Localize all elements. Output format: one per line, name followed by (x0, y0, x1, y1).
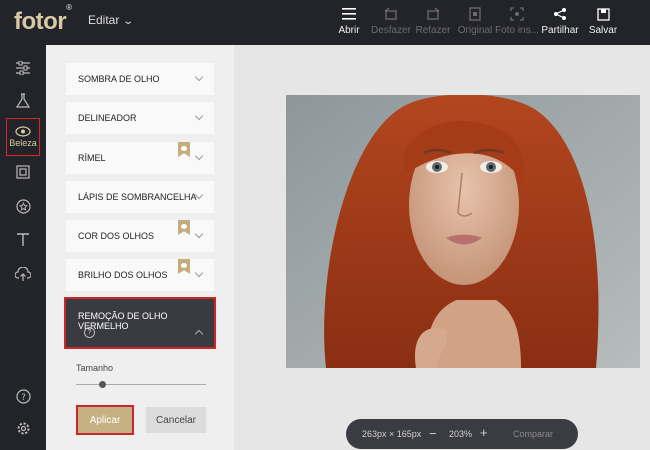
option-label: LÁPIS DE SOMBRANCELHA (78, 192, 197, 202)
share-icon (537, 6, 583, 22)
chevron-down-icon: ⌄ (122, 16, 135, 27)
help-icon: ? (15, 388, 31, 404)
chevron-down-icon (194, 72, 204, 82)
beauty-panel: SOMBRA DE OLHO DELINEADOR RÍMEL LÁPIS DE… (46, 45, 234, 450)
upload-icon (15, 267, 31, 281)
zoom-out-button[interactable]: − (429, 426, 437, 441)
menu-icon (326, 6, 372, 22)
effects-icon (16, 92, 30, 108)
rail-settings[interactable] (6, 413, 40, 443)
settings-icon (17, 422, 29, 434)
option-eye-color[interactable]: COR DOS OLHOS (66, 220, 214, 252)
redo-icon (410, 6, 456, 22)
share-button[interactable]: Partilhar (537, 6, 583, 36)
option-eyebrow-pencil[interactable]: LÁPIS DE SOMBRANCELHA (66, 181, 214, 213)
rail-help[interactable]: ? (6, 381, 40, 411)
edit-menu-label: Editar (88, 13, 120, 27)
adjust-icon (16, 61, 30, 75)
save-label: Salvar (588, 25, 618, 36)
save-button[interactable]: Salvar (580, 6, 626, 36)
zoom-bar: 263px × 165px − 203% + Comparar (346, 419, 578, 449)
rail-adjust[interactable] (6, 53, 40, 83)
share-label: Partilhar (541, 25, 579, 36)
redo-label: Refazer (415, 25, 451, 36)
zoom-level: 203% (449, 429, 473, 439)
option-label: DELINEADOR (78, 113, 137, 123)
text-icon (17, 233, 29, 246)
original-button[interactable]: Original (452, 6, 498, 36)
zoom-in-button[interactable]: + (480, 425, 488, 440)
canvas-area: 263px × 165px − 203% + Comparar (234, 45, 650, 450)
svg-text:?: ? (21, 393, 26, 403)
cancel-button[interactable]: Cancelar (146, 407, 206, 433)
chevron-down-icon (194, 268, 204, 278)
premium-badge-icon (178, 220, 190, 235)
edited-photo[interactable] (286, 95, 640, 368)
edit-menu[interactable]: Editar ⌄ (88, 13, 135, 27)
slider-handle[interactable] (98, 381, 106, 388)
redo-button[interactable]: Refazer (410, 6, 456, 36)
option-red-eye-removal[interactable]: REMOÇÃO DE OLHO VERMELHO ? (64, 297, 216, 349)
chevron-down-icon (194, 111, 204, 121)
tool-rail: Beleza ? (0, 45, 46, 450)
open-button[interactable]: Abrir (326, 6, 372, 36)
chevron-up-icon (194, 329, 204, 339)
size-label: Tamanho (76, 363, 114, 373)
premium-badge-icon (178, 142, 190, 157)
beauty-icon (15, 126, 31, 137)
rail-frame[interactable] (6, 157, 40, 187)
rail-text[interactable] (6, 225, 40, 255)
option-label: SOMBRA DE OLHO (78, 74, 160, 84)
rail-beauty[interactable]: Beleza (6, 118, 40, 156)
fotor-logo[interactable]: fotor® (14, 3, 72, 36)
option-label: REMOÇÃO DE OLHO VERMELHO (78, 311, 168, 331)
option-eye-shadow[interactable]: SOMBRA DE OLHO (66, 63, 214, 95)
option-mascara[interactable]: RÍMEL (66, 142, 214, 174)
premium-badge-icon (178, 259, 190, 274)
apply-button[interactable]: Aplicar (76, 405, 134, 435)
option-eyeliner[interactable]: DELINEADOR (66, 102, 214, 134)
option-label: BRILHO DOS OLHOS (78, 270, 168, 280)
original-icon (452, 6, 498, 22)
chevron-down-icon (194, 151, 204, 161)
beauty-label: Beleza (9, 138, 37, 148)
undo-label: Desfazer (370, 25, 411, 36)
option-label: COR DOS OLHOS (78, 231, 155, 241)
frame-icon (16, 165, 30, 179)
open-label: Abrir (338, 25, 360, 36)
undo-icon (368, 6, 414, 22)
photo-info-icon (494, 6, 540, 22)
chevron-down-icon (194, 229, 204, 239)
help-circle-icon[interactable]: ? (84, 327, 95, 338)
image-dimensions: 263px × 165px (362, 429, 422, 439)
rail-sticker[interactable] (6, 191, 40, 221)
compare-button[interactable]: Comparar (513, 429, 553, 439)
size-slider[interactable] (76, 381, 206, 388)
rail-effects[interactable] (6, 85, 40, 115)
save-icon (580, 6, 626, 22)
rail-upload[interactable] (6, 259, 40, 289)
photo-info-label: Foto ins... (495, 25, 539, 36)
top-bar: fotor® Editar ⌄ Abrir Desfazer Refazer Or… (0, 0, 650, 45)
sticker-icon (15, 198, 31, 214)
undo-button[interactable]: Desfazer (368, 6, 414, 36)
original-label: Original (457, 25, 493, 36)
photo-info-button[interactable]: Foto ins... (494, 6, 540, 36)
option-eye-brightness[interactable]: BRILHO DOS OLHOS (66, 259, 214, 291)
option-label: RÍMEL (78, 153, 106, 163)
